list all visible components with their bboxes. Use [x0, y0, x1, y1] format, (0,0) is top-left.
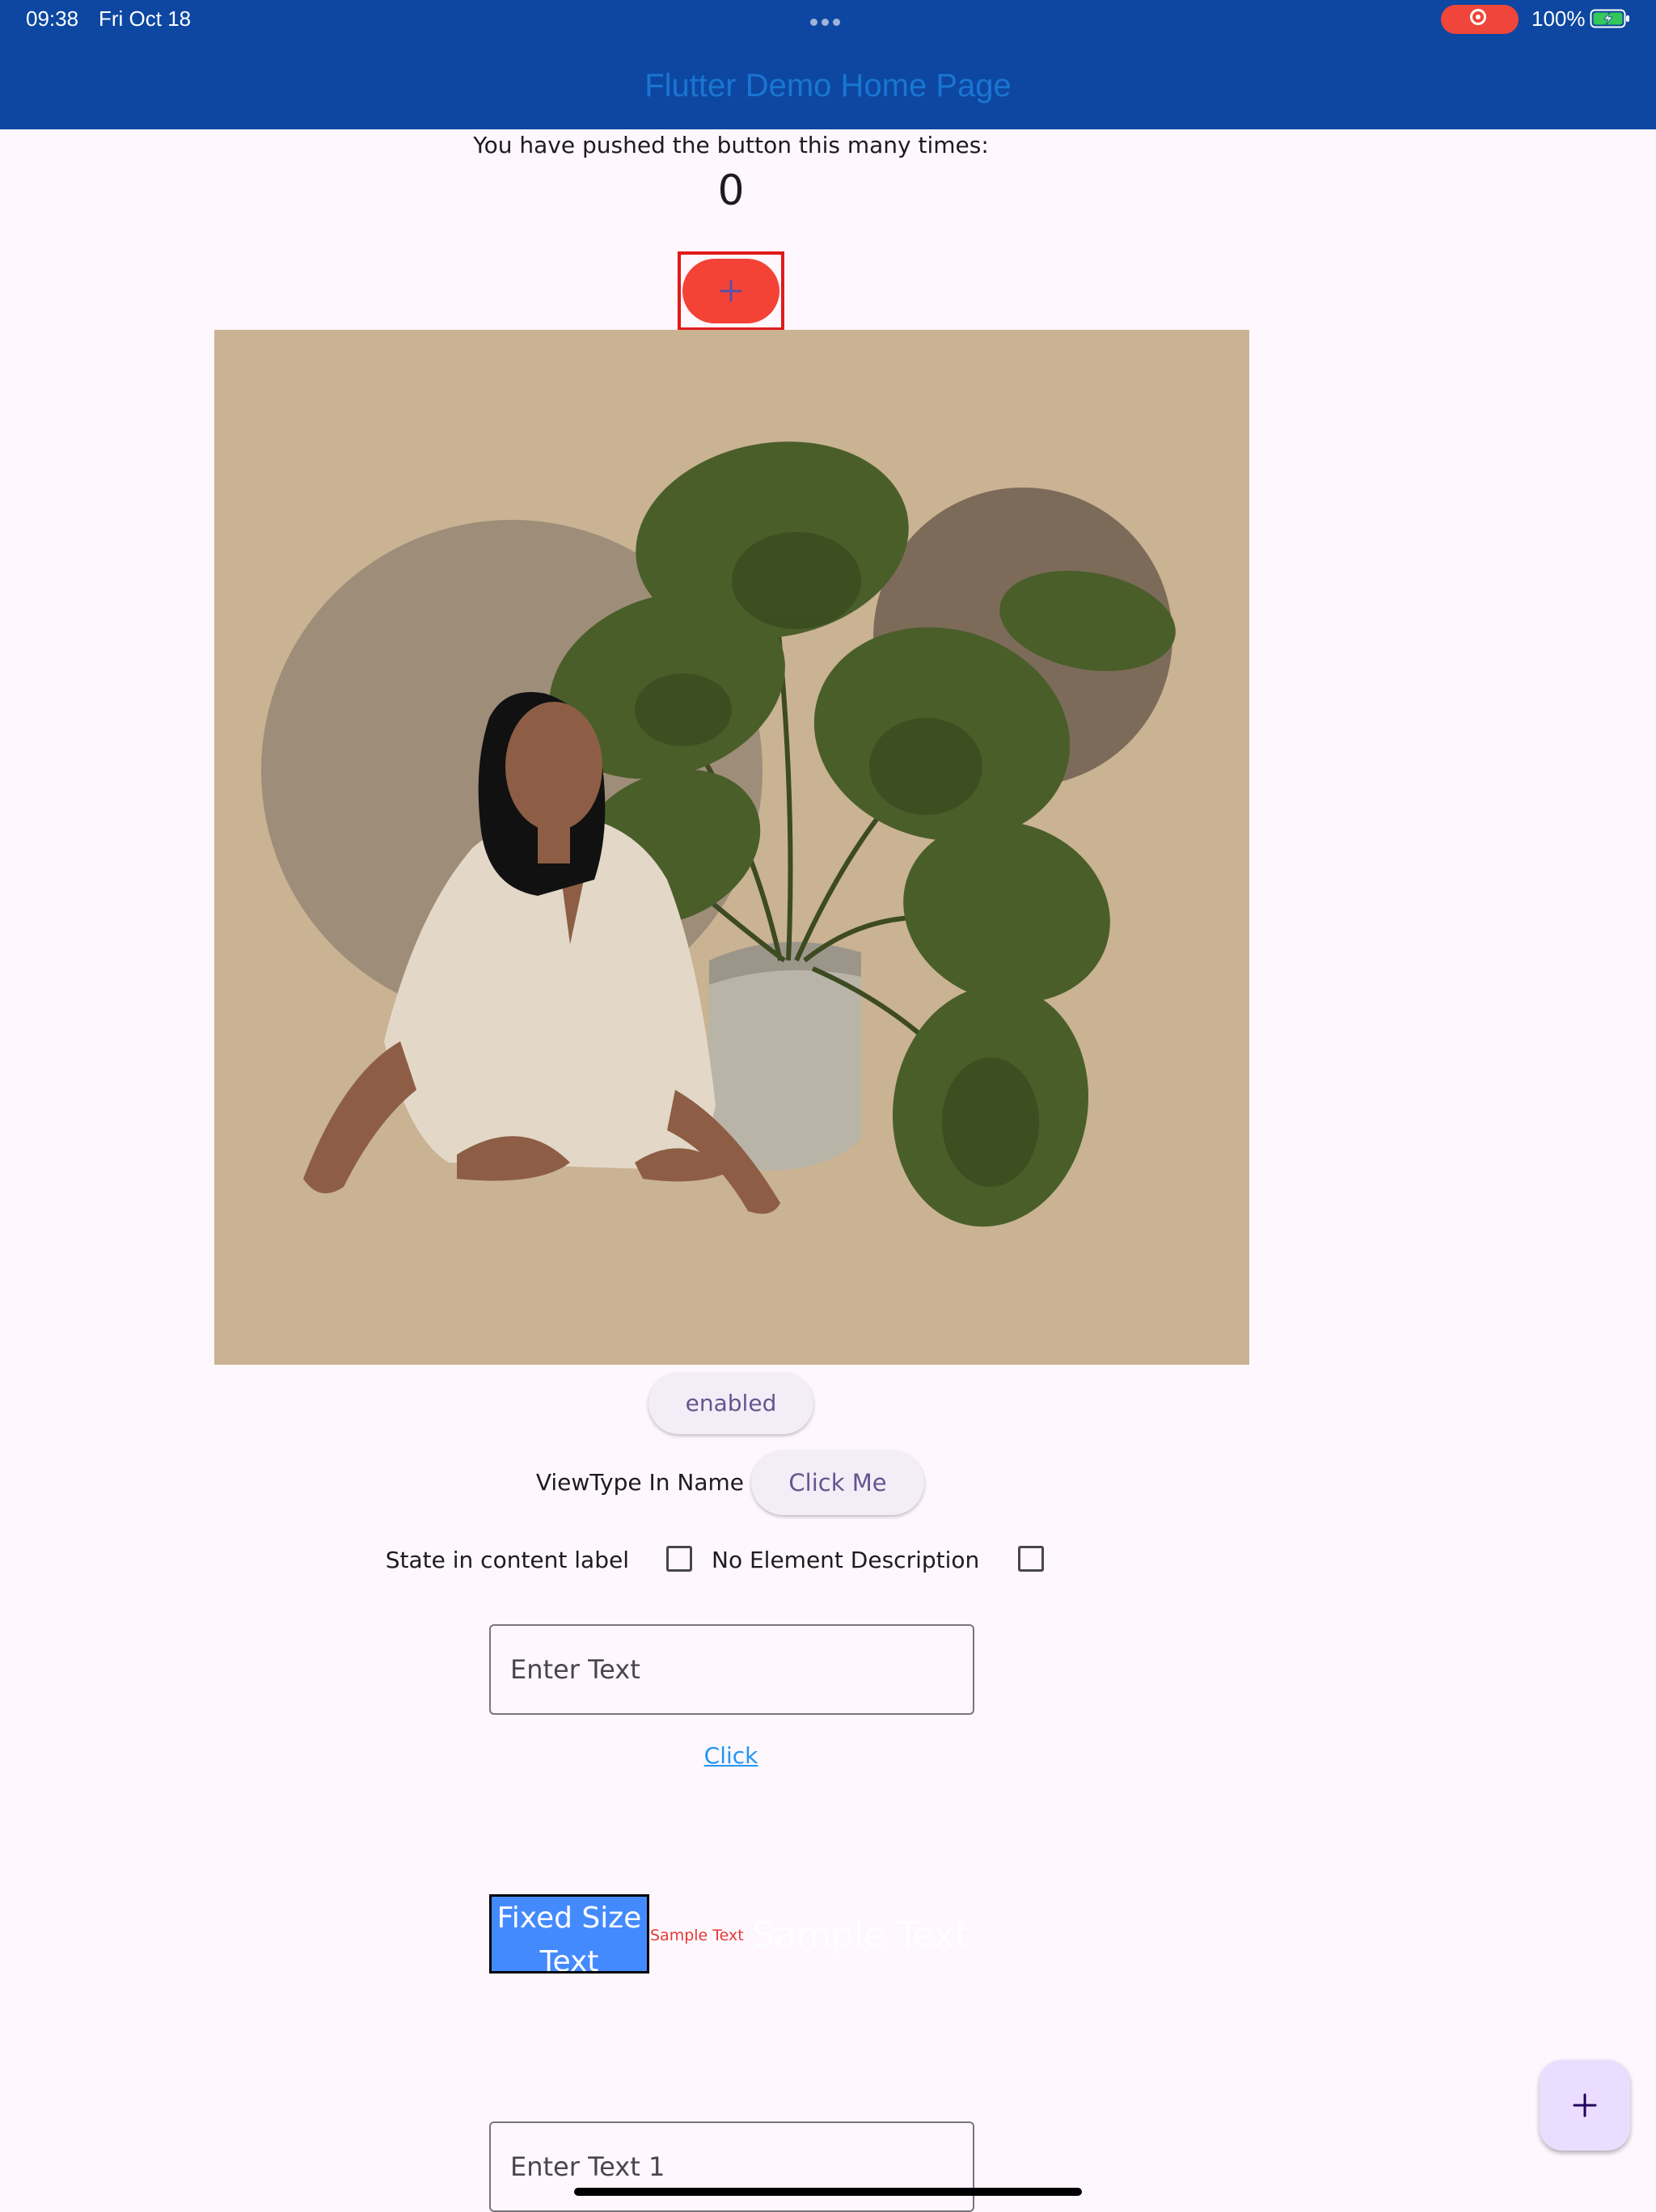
enter-text-field[interactable]: Enter Text: [489, 1624, 974, 1715]
viewtype-label: ViewType In Name: [535, 1469, 744, 1496]
click-me-button[interactable]: Click Me: [751, 1450, 924, 1515]
page-title: Flutter Demo Home Page: [644, 68, 1012, 103]
sample-text-small: Sample Text: [650, 1927, 744, 1944]
enter-text-1-field[interactable]: Enter Text 1: [489, 2121, 974, 2212]
counter-label: You have pushed the button this many tim…: [473, 132, 989, 158]
counter-value: 0: [717, 167, 745, 215]
status-time: 09:38: [26, 6, 79, 31]
fixed-size-text-box: Fixed Size Text: [489, 1894, 649, 1973]
battery-charging-icon: [1590, 8, 1632, 29]
plus-icon: [720, 280, 742, 302]
plus-icon: [1573, 2093, 1597, 2117]
screen-record-icon: [1470, 9, 1486, 25]
home-indicator[interactable]: [574, 2188, 1082, 2196]
floating-action-button[interactable]: [1540, 2060, 1630, 2151]
state-in-content-label: State in content label: [385, 1547, 629, 1573]
no-description-checkbox[interactable]: [1018, 1546, 1044, 1572]
more-dots-icon[interactable]: [810, 14, 846, 26]
click-link[interactable]: Click: [0, 1741, 1462, 1771]
status-date: Fri Oct 18: [99, 6, 192, 31]
sample-text-large: Sample Text: [752, 1914, 969, 1956]
woman-with-plant-illustration: [214, 330, 1249, 1365]
enabled-button[interactable]: enabled: [648, 1373, 813, 1434]
battery-percentage: 100%: [1531, 6, 1586, 31]
increment-button[interactable]: [682, 259, 779, 323]
no-element-description-label: No Element Description: [712, 1547, 980, 1573]
state-checkbox[interactable]: [666, 1546, 692, 1572]
